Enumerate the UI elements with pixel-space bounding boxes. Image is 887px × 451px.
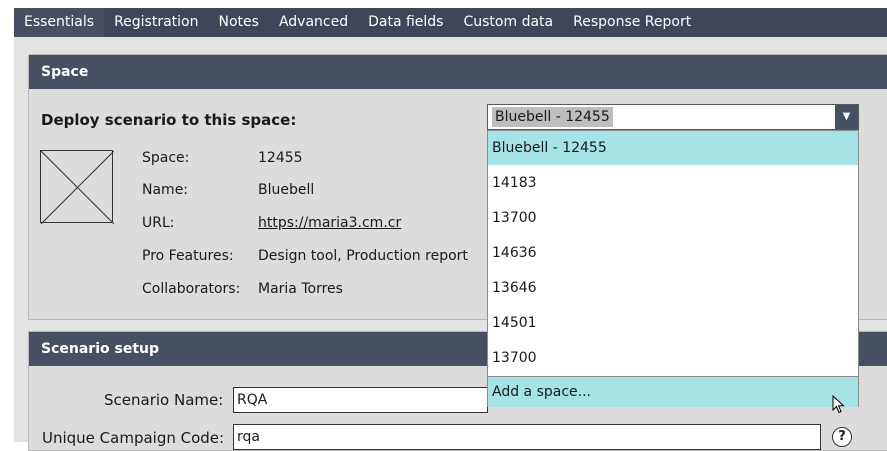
info-name: Name: Bluebell xyxy=(142,182,314,198)
campaign-code-input[interactable]: rqa xyxy=(233,424,821,450)
space-select[interactable]: Bluebell - 12455 ▼ xyxy=(487,104,859,130)
mouse-pointer-icon xyxy=(832,394,846,419)
help-icon[interactable]: ? xyxy=(832,427,852,447)
dropdown-option[interactable]: 14501 xyxy=(488,306,858,340)
scenario-name-input[interactable]: RQA xyxy=(233,387,488,413)
space-panel-title: Space xyxy=(29,55,887,89)
tab-registration[interactable]: Registration xyxy=(104,8,208,37)
dropdown-option[interactable]: 14183 xyxy=(488,166,858,200)
deploy-label: Deploy scenario to this space: xyxy=(41,111,297,129)
info-pro-value: Design tool, Production report xyxy=(258,248,468,264)
tab-essentials[interactable]: Essentials xyxy=(14,8,105,37)
info-space-key: Space: xyxy=(142,150,190,166)
tab-custom-data[interactable]: Custom data xyxy=(453,8,563,37)
info-url-link[interactable]: https://maria3.cm.cr xyxy=(258,215,401,231)
dropdown-option[interactable]: 14636 xyxy=(488,236,858,270)
tab-advanced[interactable]: Advanced xyxy=(269,8,358,37)
space-select-value: Bluebell - 12455 xyxy=(492,107,613,127)
tab-notes[interactable]: Notes xyxy=(209,8,269,37)
info-collab-value: Maria Torres xyxy=(258,281,343,297)
add-space-option[interactable]: Add a space... xyxy=(488,376,858,407)
tab-data-fields[interactable]: Data fields xyxy=(358,8,453,37)
info-name-value: Bluebell xyxy=(258,182,315,198)
dropdown-option[interactable]: 13646 xyxy=(488,271,858,305)
tab-response-report[interactable]: Response Report xyxy=(563,8,701,37)
info-collab-key: Collaborators: xyxy=(142,281,241,297)
scenario-name-label: Scenario Name: xyxy=(104,391,224,409)
info-space: Space: 12455 xyxy=(142,150,303,166)
info-url-key: URL: xyxy=(142,215,175,231)
image-placeholder-icon xyxy=(40,150,114,224)
space-dropdown-list: Bluebell - 12455 14183 13700 14636 13646… xyxy=(487,130,859,407)
tab-strip: Essentials Registration Notes Advanced D… xyxy=(14,8,887,37)
info-space-value: 12455 xyxy=(258,150,303,166)
info-pro-features: Pro Features: Design tool, Production rep… xyxy=(142,248,468,264)
tab-bar: Essentials Registration Notes Advanced D… xyxy=(0,0,887,37)
campaign-code-label: Unique Campaign Code: xyxy=(42,429,225,447)
info-name-key: Name: xyxy=(142,182,189,198)
info-collaborators: Collaborators: Maria Torres xyxy=(142,281,343,297)
dropdown-option[interactable]: 13700 xyxy=(488,201,858,235)
info-url: URL: https://maria3.cm.cr xyxy=(142,215,401,231)
info-pro-key: Pro Features: xyxy=(142,248,234,264)
dropdown-option[interactable]: Bluebell - 12455 xyxy=(488,131,858,165)
dropdown-option[interactable]: 13700 xyxy=(488,341,858,375)
chevron-down-icon[interactable]: ▼ xyxy=(835,105,858,129)
